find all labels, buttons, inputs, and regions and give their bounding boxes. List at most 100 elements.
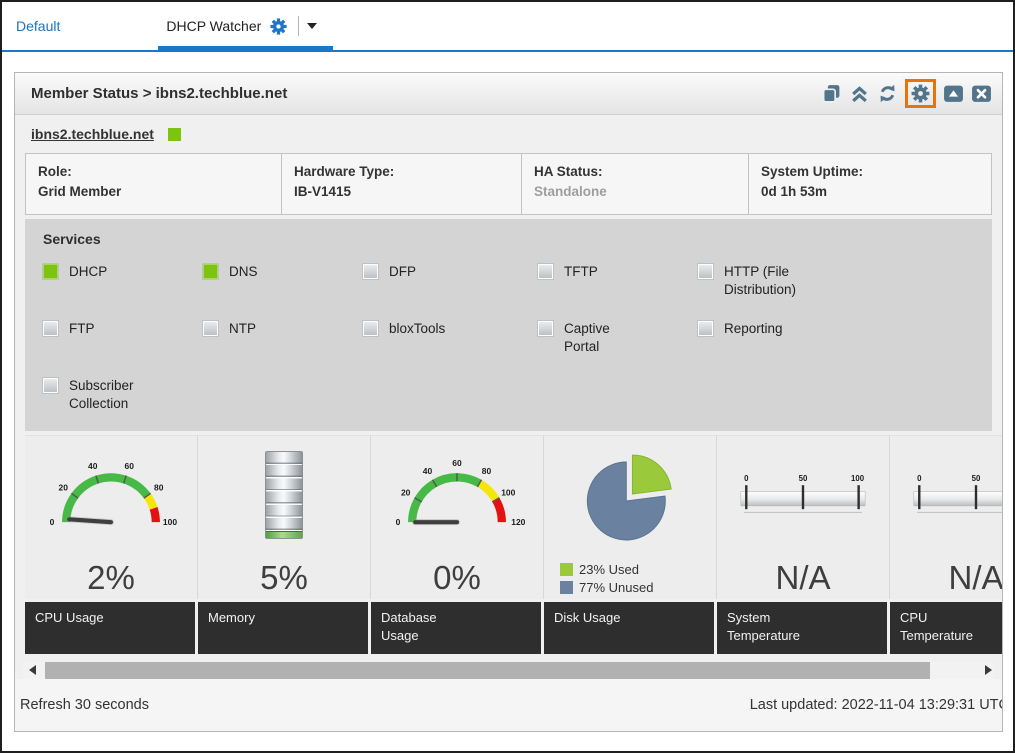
- scrollbar-thumb[interactable]: [45, 662, 930, 679]
- disk-usage-pie: [544, 436, 716, 553]
- service-dhcp: DHCP: [43, 263, 203, 298]
- service-http-file-distribution: HTTP (File Distribution): [698, 263, 982, 298]
- tab-dhcp-watcher-label: DHCP Watcher: [166, 18, 261, 34]
- collapse-widget-button[interactable]: [943, 83, 964, 104]
- widget-header: Member Status > ibns2.techblue.net: [15, 73, 1002, 115]
- service-status-box: [43, 264, 58, 279]
- gauge-needle: [69, 519, 111, 522]
- service-ftp: FTP: [43, 320, 203, 355]
- info-cell-role: Role: Grid Member: [26, 154, 282, 214]
- scroll-right-arrow-icon[interactable]: [985, 665, 992, 675]
- tab-default-label: Default: [16, 18, 60, 34]
- scroll-left-arrow-icon[interactable]: [29, 665, 36, 675]
- svg-text:40: 40: [423, 465, 433, 475]
- service-dns: DNS: [203, 263, 363, 298]
- duplicate-icon: [821, 83, 842, 104]
- widget-title: Member Status > ibns2.techblue.net: [31, 85, 287, 102]
- collapse-all-button[interactable]: [849, 83, 870, 104]
- horizontal-scrollbar[interactable]: [23, 662, 994, 679]
- settings-button[interactable]: [910, 83, 931, 104]
- svg-text:0: 0: [917, 473, 922, 482]
- svg-text:0: 0: [50, 517, 55, 527]
- system-temperature-gauge: 0 50 100: [717, 436, 889, 553]
- service-status-box: [538, 264, 553, 279]
- member-status-widget: Member Status > ibns2.techblue.net: [14, 72, 1003, 732]
- service-status-box: [43, 378, 58, 393]
- tab-default[interactable]: Default: [16, 2, 60, 50]
- svg-text:20: 20: [401, 487, 411, 497]
- metric-label-system-temperature: System Temperature: [717, 602, 887, 654]
- collapse-all-icon: [849, 83, 870, 104]
- close-icon: [971, 83, 992, 104]
- svg-text:80: 80: [154, 482, 164, 492]
- info-cell-hardware-type: Hardware Type: IB-V1415: [282, 154, 522, 214]
- services-section: Services DHCP DNS DFP TFTP HTTP (File Di…: [25, 219, 992, 431]
- services-grid: DHCP DNS DFP TFTP HTTP (File Distributio…: [43, 263, 982, 412]
- svg-text:60: 60: [125, 461, 135, 471]
- member-link[interactable]: ibns2.techblue.net: [31, 126, 154, 142]
- widget-toolbar: [821, 79, 992, 108]
- metric-label-cpu-usage: CPU Usage: [25, 602, 195, 654]
- settings-button-highlight: [905, 79, 936, 108]
- svg-text:50: 50: [799, 473, 808, 482]
- member-row: ibns2.techblue.net: [15, 115, 1002, 153]
- svg-text:100: 100: [501, 487, 515, 497]
- svg-text:100: 100: [851, 473, 865, 482]
- memory-gauge: [198, 436, 370, 553]
- metrics-row: 0 20 40 60 80 100 2% CPU Usage: [15, 435, 1002, 657]
- close-widget-button[interactable]: [971, 83, 992, 104]
- tab-separator: [298, 16, 299, 36]
- cpu-usage-gauge: 0 20 40 60 80 100: [25, 436, 197, 553]
- metric-label-cpu-temperature: CPU Temperature: [890, 602, 1002, 654]
- service-status-box: [698, 264, 713, 279]
- tab-settings-gear-icon[interactable]: [269, 17, 288, 36]
- metric-disk-usage: 23% Used 77% Unused Disk Usage: [544, 435, 717, 657]
- cpu-temperature-value: N/A: [890, 553, 1002, 599]
- service-status-box: [538, 321, 553, 336]
- refresh-icon: [877, 83, 898, 104]
- database-usage-gauge: 0 20 40 60 80 100 120: [371, 436, 543, 553]
- info-cell-ha-status: HA Status: Standalone: [522, 154, 749, 214]
- metric-label-disk-usage: Disk Usage: [544, 602, 714, 654]
- tab-dhcp-watcher[interactable]: DHCP Watcher: [158, 2, 333, 50]
- legend-swatch-unused: [560, 581, 573, 594]
- cpu-temperature-gauge: 0 50 100: [890, 436, 1002, 553]
- service-subscriber-collection: Subscriber Collection: [43, 377, 203, 412]
- triangle-up-icon: [943, 83, 964, 104]
- gear-icon: [910, 83, 931, 104]
- system-temperature-value: N/A: [717, 553, 889, 599]
- widget-footer: Refresh 30 seconds Last updated: 2022-11…: [15, 679, 1002, 731]
- svg-text:40: 40: [88, 461, 98, 471]
- metric-label-database-usage: Database Usage: [371, 602, 541, 654]
- service-status-box: [363, 321, 378, 336]
- legend-swatch-used: [560, 563, 573, 576]
- refresh-button[interactable]: [877, 83, 898, 104]
- service-reporting: Reporting: [698, 320, 982, 355]
- svg-text:60: 60: [452, 458, 462, 468]
- refresh-interval-text: Refresh 30 seconds: [20, 697, 149, 713]
- duplicate-widget-button[interactable]: [821, 83, 842, 104]
- legend-used: 23% Used: [560, 562, 716, 577]
- metric-cpu-usage: 0 20 40 60 80 100 2% CPU Usage: [25, 435, 198, 657]
- services-title: Services: [43, 231, 982, 247]
- memory-cylinder: [265, 451, 303, 539]
- service-status-box: [363, 264, 378, 279]
- metric-system-temperature: 0 50 100 N/A System Temperature: [717, 435, 890, 657]
- dashboard-tabbar: Default DHCP Watcher: [2, 2, 1013, 52]
- svg-text:120: 120: [511, 517, 525, 527]
- tab-dropdown-caret-icon[interactable]: [307, 23, 317, 29]
- metric-memory: 5% Memory: [198, 435, 371, 657]
- database-usage-value: 0%: [371, 553, 543, 599]
- service-ntp: NTP: [203, 320, 363, 355]
- service-dfp: DFP: [363, 263, 538, 298]
- info-cell-system-uptime: System Uptime: 0d 1h 53m: [749, 154, 991, 214]
- memory-fill: [266, 531, 302, 538]
- member-info-table: Role: Grid Member Hardware Type: IB-V141…: [25, 153, 992, 215]
- svg-text:0: 0: [744, 473, 749, 482]
- member-status-indicator: [168, 128, 181, 141]
- service-status-box: [203, 321, 218, 336]
- svg-text:50: 50: [972, 473, 981, 482]
- memory-value: 5%: [198, 553, 370, 599]
- svg-text:100: 100: [163, 517, 177, 527]
- pie-slice-used: [632, 455, 671, 494]
